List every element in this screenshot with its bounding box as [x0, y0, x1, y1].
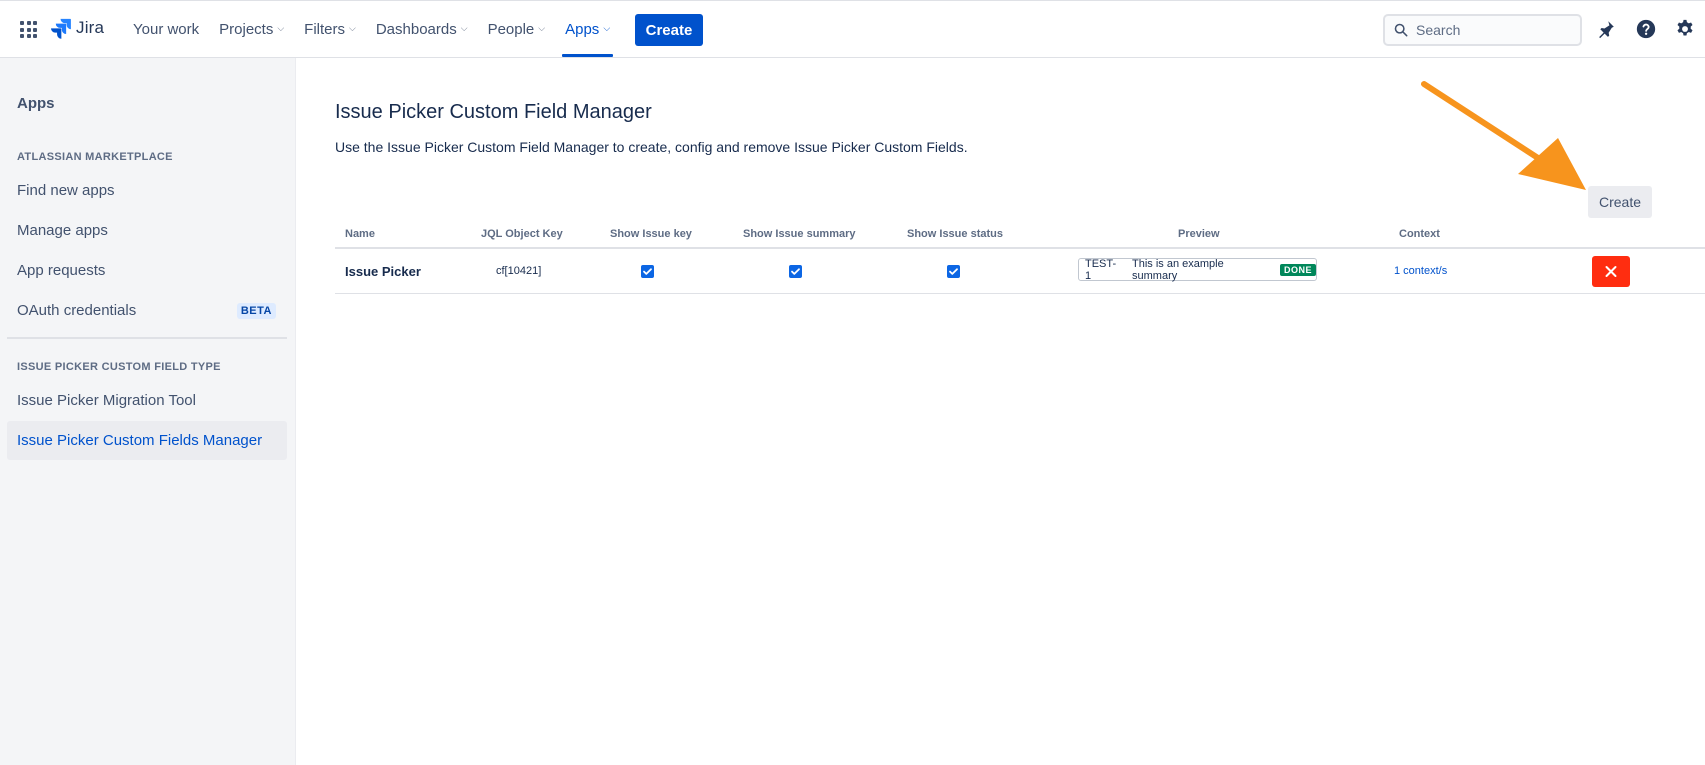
primary-nav: Your work Projects ⌵ Filters ⌵ Dashboards ⌵…: [133, 1, 630, 57]
sidebar-title: Apps: [17, 95, 55, 112]
jira-logo-icon: [51, 18, 71, 39]
preview-issue-key: TEST-1: [1085, 257, 1117, 282]
sidebar-item-label: Manage apps: [17, 222, 108, 239]
chevron-down-icon: ⌵: [603, 22, 611, 33]
delete-field-button[interactable]: [1592, 256, 1630, 287]
context-link[interactable]: 1 context/s: [1394, 265, 1447, 277]
checkmark-icon: [643, 268, 652, 275]
search-box[interactable]: [1383, 14, 1582, 46]
settings-icon[interactable]: [1674, 18, 1696, 40]
top-navigation: Jira Your work Projects ⌵ Filters ⌵ Dashbo…: [0, 0, 1705, 58]
nav-dashboards[interactable]: Dashboards ⌵: [376, 1, 468, 57]
custom-fields-table: Name JQL Object Key Show Issue key Show …: [335, 222, 1705, 294]
show-issue-key-checkbox[interactable]: [641, 265, 654, 278]
nav-label: Projects: [219, 20, 274, 38]
sidebar-item-label: App requests: [17, 262, 106, 279]
column-header-show-status: Show Issue status: [907, 228, 1003, 240]
sidebar-item-find-new-apps[interactable]: Find new apps: [7, 171, 287, 210]
page-title: Issue Picker Custom Field Manager: [335, 101, 652, 123]
app-switcher-icon[interactable]: [20, 21, 37, 38]
checkmark-icon: [949, 268, 958, 275]
jira-logo[interactable]: Jira: [50, 17, 104, 39]
nav-label: Dashboards: [375, 20, 457, 38]
column-header-name: Name: [345, 228, 375, 240]
search-icon: [1394, 23, 1408, 37]
notifications-icon[interactable]: [1595, 18, 1617, 40]
sidebar-item-oauth-credentials[interactable]: OAuth credentials BETA: [7, 291, 287, 330]
column-header-jql-key: JQL Object Key: [481, 228, 563, 240]
annotation-arrow-icon: [1421, 81, 1586, 190]
preview-status-lozenge: DONE: [1279, 263, 1316, 276]
nav-label: Your work: [133, 20, 200, 38]
sidebar: Apps ATLASSIAN MARKETPLACE Find new apps…: [0, 58, 296, 765]
logo-text: Jira: [76, 18, 105, 37]
table-header: Name JQL Object Key Show Issue key Show …: [335, 222, 1705, 249]
sidebar-item-label: Issue Picker Custom Fields Manager: [17, 432, 263, 449]
help-icon[interactable]: [1635, 18, 1657, 40]
create-issue-button[interactable]: Create: [635, 14, 703, 46]
sidebar-section-heading: ISSUE PICKER CUSTOM FIELD TYPE: [17, 361, 221, 373]
sidebar-item-migration-tool[interactable]: Issue Picker Migration Tool: [7, 381, 287, 420]
chevron-down-icon: ⌵: [349, 22, 356, 33]
nav-label: Filters: [304, 20, 346, 38]
chevron-down-icon: ⌵: [538, 22, 546, 33]
column-header-show-key: Show Issue key: [610, 228, 692, 240]
beta-badge: BETA: [236, 303, 276, 319]
close-icon: [1605, 266, 1617, 277]
chevron-down-icon: ⌵: [460, 22, 468, 33]
sidebar-item-manage-apps[interactable]: Manage apps: [7, 211, 287, 250]
sidebar-item-label: OAuth credentials: [17, 302, 137, 319]
sidebar-divider: [7, 337, 287, 339]
sidebar-item-app-requests[interactable]: App requests: [7, 251, 287, 290]
show-issue-status-checkbox[interactable]: [947, 265, 960, 278]
chevron-down-icon: ⌵: [277, 22, 285, 33]
nav-filters[interactable]: Filters ⌵: [304, 1, 356, 57]
column-header-preview: Preview: [1178, 228, 1220, 240]
page-description: Use the Issue Picker Custom Field Manage…: [335, 139, 968, 155]
search-input[interactable]: [1416, 22, 1566, 38]
nav-label: People: [487, 20, 535, 38]
sidebar-section-heading: ATLASSIAN MARKETPLACE: [17, 151, 173, 163]
column-header-context: Context: [1399, 228, 1440, 240]
sidebar-item-label: Find new apps: [17, 182, 115, 199]
nav-apps[interactable]: Apps ⌵: [562, 1, 614, 57]
checkmark-icon: [791, 268, 800, 275]
sidebar-item-label: Issue Picker Migration Tool: [17, 392, 196, 409]
jql-object-key: cf[10421]: [496, 265, 542, 277]
preview-issue-summary: This is an example summary: [1132, 257, 1224, 282]
nav-projects[interactable]: Projects ⌵: [219, 1, 284, 57]
nav-label: Apps: [565, 20, 600, 38]
sidebar-item-custom-fields-manager[interactable]: Issue Picker Custom Fields Manager: [7, 421, 287, 460]
nav-your-work[interactable]: Your work: [133, 1, 199, 57]
nav-people[interactable]: People ⌵: [488, 1, 546, 57]
issue-preview: TEST-1 This is an example summary DONE: [1078, 257, 1317, 282]
column-header-show-summary: Show Issue summary: [743, 228, 856, 240]
show-issue-summary-checkbox[interactable]: [789, 265, 802, 278]
field-name: Issue Picker: [345, 264, 421, 279]
table-row: Issue Picker cf[10421] TEST-1 This is an…: [335, 249, 1705, 294]
